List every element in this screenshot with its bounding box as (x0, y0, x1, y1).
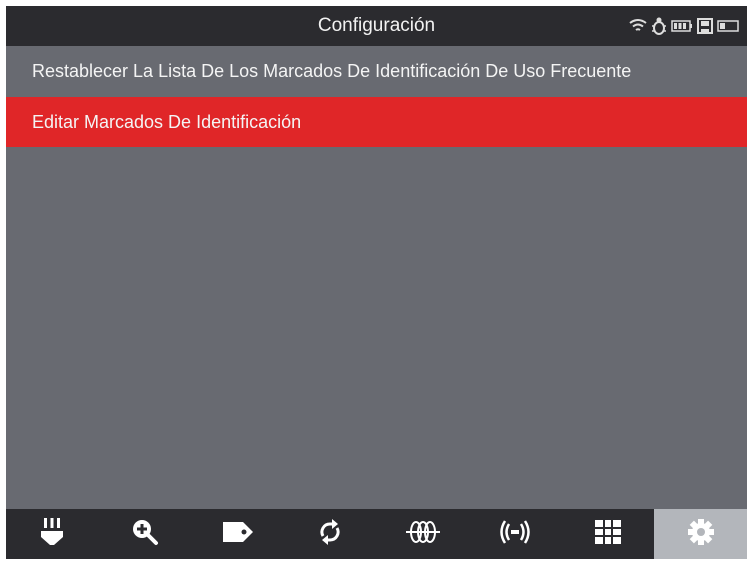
save-icon (697, 16, 713, 36)
menu-item-reset-id-list[interactable]: Restablecer La Lista De Los Marcados De … (6, 46, 747, 96)
sensor-icon (405, 520, 441, 549)
signal-icon (497, 518, 533, 551)
menu-item-edit-id-markers[interactable]: Editar Marcados De Identificación (6, 97, 747, 147)
toolbar-connector-button[interactable] (6, 509, 99, 559)
toolbar-settings-button[interactable] (654, 509, 747, 559)
toolbar-zoom-button[interactable] (99, 509, 192, 559)
bug-icon (651, 16, 667, 36)
battery-icon (671, 16, 693, 36)
grid-icon (594, 519, 622, 550)
wifi-icon (629, 16, 647, 36)
toolbar-tag-button[interactable] (191, 509, 284, 559)
bottom-toolbar (6, 509, 747, 559)
title-bar: Configuración (6, 6, 747, 46)
toolbar-sensor-button[interactable] (377, 509, 470, 559)
toolbar-signal-button[interactable] (469, 509, 562, 559)
toolbar-refresh-button[interactable] (284, 509, 377, 559)
tag-icon (222, 520, 254, 549)
refresh-icon (317, 518, 343, 551)
display-icon (717, 16, 739, 36)
status-icons (629, 16, 739, 36)
gear-icon (687, 518, 715, 551)
device-screen: Configuración Restablecer La Lista De Lo… (6, 6, 747, 559)
toolbar-grid-button[interactable] (562, 509, 655, 559)
zoom-in-icon (131, 518, 159, 551)
connector-icon (39, 517, 65, 552)
